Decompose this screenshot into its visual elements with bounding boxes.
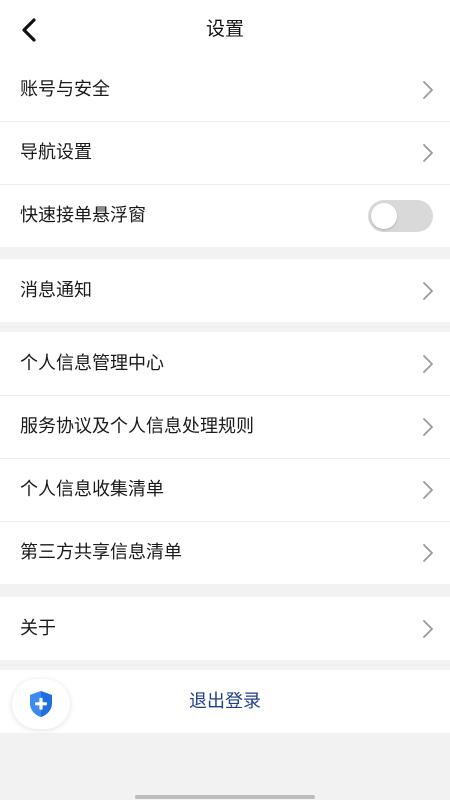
settings-row-personal-info-center[interactable]: 个人信息管理中心 — [0, 332, 450, 395]
settings-row-floating-window: 快速接单悬浮窗 — [0, 184, 450, 247]
floating-window-toggle[interactable] — [368, 200, 433, 232]
chevron-left-icon — [10, 12, 54, 48]
chevron-right-icon — [422, 281, 434, 301]
row-label: 第三方共享信息清单 — [20, 542, 182, 563]
row-label: 快速接单悬浮窗 — [20, 205, 146, 226]
row-label: 服务协议及个人信息处理规则 — [20, 416, 254, 437]
settings-row-notifications[interactable]: 消息通知 — [0, 259, 450, 322]
row-label: 导航设置 — [20, 142, 92, 163]
page-title: 设置 — [205, 18, 244, 40]
settings-row-navigation[interactable]: 导航设置 — [0, 121, 450, 184]
settings-group-account: 账号与安全 导航设置 快速接单悬浮窗 — [0, 58, 450, 247]
settings-row-account-security[interactable]: 账号与安全 — [0, 58, 450, 121]
chevron-right-icon — [422, 143, 434, 163]
settings-group-privacy: 个人信息管理中心 服务协议及个人信息处理规则 个人信息收集清单 第三方共享信息清… — [0, 332, 450, 584]
settings-row-info-collection-list[interactable]: 个人信息收集清单 — [0, 458, 450, 521]
row-label: 消息通知 — [20, 280, 92, 301]
row-label: 关于 — [20, 618, 56, 639]
settings-row-third-party-sharing[interactable]: 第三方共享信息清单 — [0, 521, 450, 584]
chevron-right-icon — [422, 80, 434, 100]
settings-group-about: 关于 — [0, 597, 450, 660]
header: 设置 — [0, 0, 450, 58]
chevron-right-icon — [422, 480, 434, 500]
chevron-right-icon — [422, 354, 434, 374]
settings-group-notifications: 消息通知 — [0, 259, 450, 322]
row-label: 个人信息收集清单 — [20, 479, 164, 500]
chevron-right-icon — [422, 543, 434, 563]
chevron-right-icon — [422, 619, 434, 639]
floating-assistant-button[interactable] — [12, 679, 70, 729]
chevron-right-icon — [422, 417, 434, 437]
home-indicator — [135, 795, 315, 799]
toggle-knob — [371, 203, 397, 229]
settings-row-about[interactable]: 关于 — [0, 597, 450, 660]
back-button[interactable] — [10, 12, 54, 48]
settings-row-service-agreement[interactable]: 服务协议及个人信息处理规则 — [0, 395, 450, 458]
row-label: 个人信息管理中心 — [20, 353, 164, 374]
row-label: 账号与安全 — [20, 79, 110, 100]
